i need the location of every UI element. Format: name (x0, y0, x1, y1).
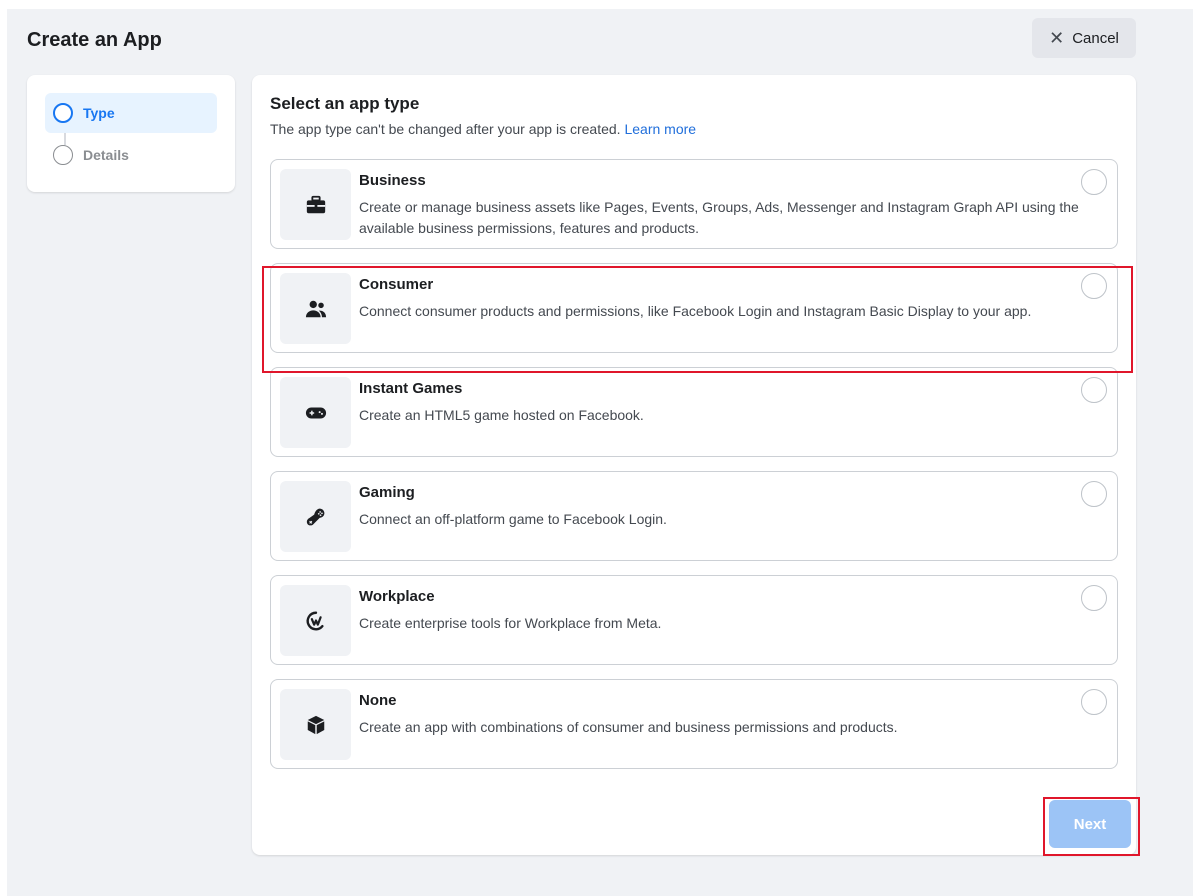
cancel-button[interactable]: ✕ Cancel (1032, 18, 1136, 58)
option-icon-tile (280, 481, 351, 552)
step-circle-icon (53, 103, 73, 123)
step-label: Type (83, 105, 115, 121)
step-label: Details (83, 147, 129, 163)
option-icon-tile (280, 273, 351, 344)
option-title: Business (359, 172, 426, 189)
step-circle-icon (53, 145, 73, 165)
subtitle-text: The app type can't be changed after your… (270, 121, 621, 137)
close-icon: ✕ (1049, 28, 1065, 48)
option-description: Connect an off-platform game to Facebook… (359, 511, 667, 527)
cube-icon (307, 715, 324, 734)
option-description: Connect consumer products and permission… (359, 303, 1032, 319)
option-radio[interactable] (1081, 481, 1107, 507)
game-controller-icon (305, 407, 326, 418)
step-type[interactable]: Type (45, 93, 217, 133)
option-list: Business Create or manage business asset… (270, 159, 1118, 783)
option-description: Create an app with combinations of consu… (359, 719, 898, 735)
option-consumer[interactable]: Consumer Connect consumer products and p… (270, 263, 1118, 353)
option-icon-tile (280, 169, 351, 240)
option-description: Create an HTML5 game hosted on Facebook. (359, 407, 644, 423)
option-description: Create or manage business assets like Pa… (359, 199, 1079, 236)
option-title: Consumer (359, 276, 434, 293)
next-button[interactable]: Next (1049, 800, 1131, 848)
cancel-label: Cancel (1072, 29, 1119, 47)
option-workplace[interactable]: Workplace Create enterprise tools for Wo… (270, 575, 1118, 665)
page-title: Create an App (27, 29, 162, 51)
app-type-panel: Select an app type The app type can't be… (252, 75, 1136, 855)
workplace-icon (306, 611, 324, 630)
stepper: Type Details (27, 75, 235, 192)
option-instant-games[interactable]: Instant Games Create an HTML5 game hoste… (270, 367, 1118, 457)
learn-more-link[interactable]: Learn more (624, 121, 696, 137)
option-radio[interactable] (1081, 273, 1107, 299)
option-radio[interactable] (1081, 689, 1107, 715)
gamepad-icon (306, 508, 324, 525)
option-description: Create enterprise tools for Workplace fr… (359, 615, 662, 631)
option-title: Instant Games (359, 380, 463, 397)
option-business[interactable]: Business Create or manage business asset… (270, 159, 1118, 249)
panel-subtitle: The app type can't be changed after your… (270, 121, 696, 137)
people-icon (305, 300, 326, 317)
option-radio[interactable] (1081, 169, 1107, 195)
option-icon-tile (280, 377, 351, 448)
step-details[interactable]: Details (45, 135, 217, 175)
option-title: Gaming (359, 484, 415, 501)
option-gaming[interactable]: Gaming Connect an off-platform game to F… (270, 471, 1118, 561)
option-title: None (359, 692, 397, 709)
option-none[interactable]: None Create an app with combinations of … (270, 679, 1118, 769)
option-radio[interactable] (1081, 377, 1107, 403)
page-background: Create an App ✕ Cancel Type Details Sele… (7, 9, 1193, 896)
option-title: Workplace (359, 588, 435, 605)
option-radio[interactable] (1081, 585, 1107, 611)
briefcase-icon (306, 195, 325, 213)
panel-title: Select an app type (270, 94, 420, 113)
option-icon-tile (280, 585, 351, 656)
option-icon-tile (280, 689, 351, 760)
